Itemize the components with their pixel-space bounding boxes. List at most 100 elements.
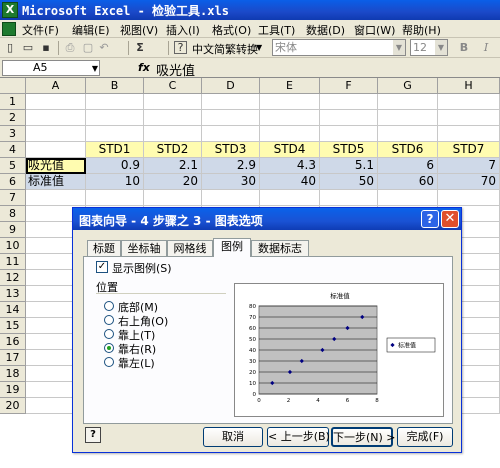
next-button[interactable]: 下一步(N) > <box>331 427 396 447</box>
cell-g7[interactable] <box>378 190 438 206</box>
row-header-9[interactable]: 9 <box>0 222 26 238</box>
cell-b4[interactable]: STD1 <box>86 142 144 158</box>
tab-axes[interactable]: 坐标轴 <box>121 240 167 256</box>
chevron-down-icon[interactable]: ▼ <box>393 40 405 55</box>
cell-d4[interactable]: STD3 <box>202 142 260 158</box>
column-header-a[interactable]: A <box>26 78 86 94</box>
cell-f5[interactable]: 5.1 <box>320 158 378 174</box>
preview-icon[interactable]: ▢ <box>80 40 96 56</box>
cell-g5[interactable]: 6 <box>378 158 438 174</box>
font-size-combo[interactable]: 12 ▼ <box>410 39 448 56</box>
row-header-8[interactable]: 8 <box>0 206 26 222</box>
row-header-6[interactable]: 6 <box>0 174 26 190</box>
undo-icon[interactable]: ↶ <box>96 40 112 56</box>
row-header-16[interactable]: 16 <box>0 334 26 350</box>
cell-e7[interactable] <box>260 190 320 206</box>
cell-b2[interactable] <box>86 110 144 126</box>
cell-f1[interactable] <box>320 94 378 110</box>
cell-b3[interactable] <box>86 126 144 142</box>
chevron-down-icon[interactable]: ▼ <box>435 40 447 55</box>
row-header-18[interactable]: 18 <box>0 366 26 382</box>
cell-g2[interactable] <box>378 110 438 126</box>
position-bottom-radio[interactable] <box>104 301 114 311</box>
cell-h1[interactable] <box>438 94 500 110</box>
cell-c7[interactable] <box>144 190 202 206</box>
cell-g1[interactable] <box>378 94 438 110</box>
cell-c1[interactable] <box>144 94 202 110</box>
row-header-3[interactable]: 3 <box>0 126 26 142</box>
close-icon[interactable]: ✕ <box>441 210 459 228</box>
cell-f3[interactable] <box>320 126 378 142</box>
menu-tools[interactable]: 工具(T) <box>258 22 295 38</box>
menu-help[interactable]: 帮助(H) <box>402 22 441 38</box>
cell-e1[interactable] <box>260 94 320 110</box>
chevron-down-icon[interactable]: ▼ <box>92 62 98 76</box>
menu-format[interactable]: 格式(O) <box>212 22 251 38</box>
cell-d6[interactable]: 30 <box>202 174 260 190</box>
cell-c2[interactable] <box>144 110 202 126</box>
row-header-2[interactable]: 2 <box>0 110 26 126</box>
cell-a1[interactable] <box>26 94 86 110</box>
menu-window[interactable]: 窗口(W) <box>354 22 395 38</box>
finish-button[interactable]: 完成(F) <box>397 427 453 447</box>
tab-gridlines[interactable]: 网格线 <box>167 240 213 256</box>
cell-h4[interactable]: STD7 <box>438 142 500 158</box>
cancel-button[interactable]: 取消 <box>203 427 263 447</box>
workbook-icon[interactable] <box>2 22 16 36</box>
cell-c3[interactable] <box>144 126 202 142</box>
cell-c4[interactable]: STD2 <box>144 142 202 158</box>
tab-titles[interactable]: 标题 <box>87 240 121 256</box>
show-legend-checkbox[interactable]: ✓ <box>96 261 108 273</box>
cell-a3[interactable] <box>26 126 86 142</box>
cell-h7[interactable] <box>438 190 500 206</box>
column-header-f[interactable]: F <box>320 78 378 94</box>
menu-insert[interactable]: 插入(I) <box>166 22 200 38</box>
cell-e2[interactable] <box>260 110 320 126</box>
bold-button[interactable]: B <box>456 40 472 56</box>
row-header-10[interactable]: 10 <box>0 238 26 254</box>
cell-e4[interactable]: STD4 <box>260 142 320 158</box>
cell-f4[interactable]: STD5 <box>320 142 378 158</box>
help-icon[interactable]: ? <box>421 210 439 228</box>
row-header-15[interactable]: 15 <box>0 318 26 334</box>
font-name-combo[interactable]: 宋体 ▼ <box>272 39 406 56</box>
column-header-e[interactable]: E <box>260 78 320 94</box>
cell-b7[interactable] <box>86 190 144 206</box>
tab-legend[interactable]: 图例 <box>213 238 251 257</box>
column-header-d[interactable]: D <box>202 78 260 94</box>
help-button[interactable]: ? <box>85 427 101 443</box>
column-header-h[interactable]: H <box>438 78 500 94</box>
cell-d2[interactable] <box>202 110 260 126</box>
cell-f7[interactable] <box>320 190 378 206</box>
column-header-c[interactable]: C <box>144 78 202 94</box>
row-header-14[interactable]: 14 <box>0 302 26 318</box>
cell-f2[interactable] <box>320 110 378 126</box>
cell-a5[interactable]: 吸光值 <box>26 158 86 174</box>
row-header-19[interactable]: 19 <box>0 382 26 398</box>
open-icon[interactable]: ▭ <box>20 40 36 56</box>
dropdown-arrow-icon[interactable]: ▼ <box>256 43 262 52</box>
cell-f6[interactable]: 50 <box>320 174 378 190</box>
menu-file[interactable]: 文件(F) <box>22 22 59 38</box>
cell-b1[interactable] <box>86 94 144 110</box>
position-right-radio[interactable] <box>104 343 114 353</box>
menu-edit[interactable]: 编辑(E) <box>72 22 110 38</box>
cell-g6[interactable]: 60 <box>378 174 438 190</box>
new-icon[interactable]: ▯ <box>2 40 18 56</box>
cell-a6[interactable]: 标准值 <box>26 174 86 190</box>
name-box[interactable]: A5 ▼ <box>2 60 100 76</box>
menu-view[interactable]: 视图(V) <box>120 22 158 38</box>
autosum-icon[interactable]: Σ <box>132 40 148 56</box>
cell-d7[interactable] <box>202 190 260 206</box>
cell-e5[interactable]: 4.3 <box>260 158 320 174</box>
cell-d3[interactable] <box>202 126 260 142</box>
cell-e3[interactable] <box>260 126 320 142</box>
cell-g4[interactable]: STD6 <box>378 142 438 158</box>
cell-h6[interactable]: 70 <box>438 174 500 190</box>
cell-a2[interactable] <box>26 110 86 126</box>
row-header-4[interactable]: 4 <box>0 142 26 158</box>
cell-c6[interactable]: 20 <box>144 174 202 190</box>
row-header-5[interactable]: 5 <box>0 158 26 174</box>
function-icon[interactable]: fx <box>138 61 150 74</box>
help-icon[interactable]: ? <box>174 41 187 54</box>
